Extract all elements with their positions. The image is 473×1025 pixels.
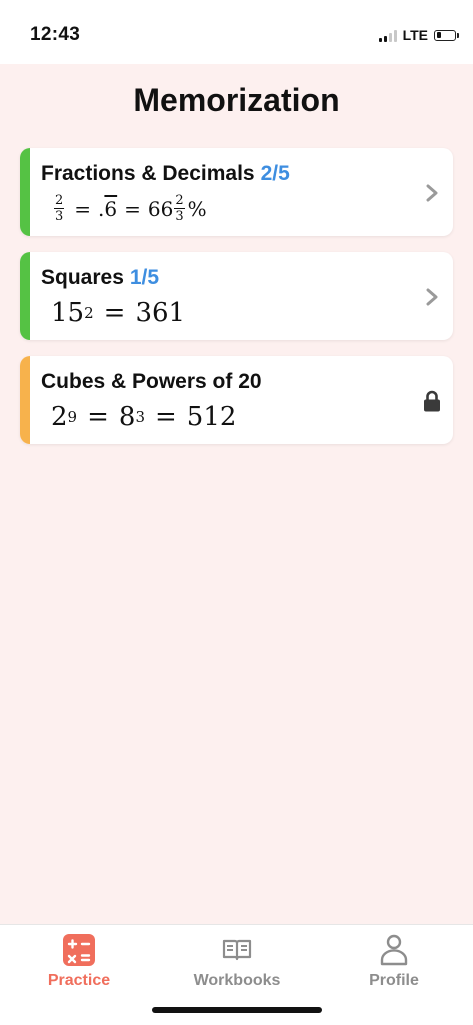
cellular-signal-icon <box>378 29 397 42</box>
formula-result: 512 <box>186 402 237 432</box>
book-icon <box>220 933 254 967</box>
chevron-right-icon <box>426 184 438 202</box>
fraction-denominator: 3 <box>55 209 64 224</box>
card-title-label: Squares <box>41 266 124 289</box>
card-title-label: Fractions & Decimals <box>41 162 255 185</box>
lock-icon <box>424 390 440 412</box>
equals-sign: = <box>124 196 141 221</box>
card-progress: 1/5 <box>129 266 160 289</box>
tab-label: Practice <box>47 972 111 989</box>
formula-base: 15 <box>51 298 85 328</box>
status-time: 12:43 <box>30 24 81 45</box>
equals-sign: = <box>74 196 92 221</box>
formula-base: 8 <box>118 402 136 432</box>
memorization-card-squares[interactable]: Squares 1/5 15 2 = 361 <box>20 252 453 340</box>
memorization-card-cubes-powers[interactable]: Cubes & Powers of 20 29 = 83 = 512 <box>20 356 453 444</box>
fraction-numerator: 2 <box>174 193 185 209</box>
battery-icon <box>434 29 459 41</box>
tab-workbooks[interactable]: Workbooks <box>158 933 316 990</box>
card-title: Cubes & Powers of 20 <box>41 370 262 394</box>
calculator-icon <box>62 933 96 967</box>
repeating-digit: 6 <box>104 196 118 221</box>
equals-sign: = <box>103 298 126 328</box>
tab-profile[interactable]: Profile <box>315 933 473 990</box>
status-indicators: LTE <box>378 26 459 44</box>
tab-label: Workbooks <box>193 972 281 989</box>
card-formula: 2 3 = .6 = 66 2 3 % <box>51 194 207 223</box>
page-title: Memorization <box>133 82 340 118</box>
chevron-right-icon <box>426 288 438 306</box>
memorization-card-fractions-decimals[interactable]: Fractions & Decimals 2/5 2 3 = .6 = 66 2 … <box>20 148 453 236</box>
home-indicator <box>152 1007 322 1013</box>
whole-number: 66 <box>147 196 174 221</box>
tab-label: Profile <box>369 972 419 989</box>
person-icon <box>377 933 411 967</box>
card-title: Squares 1/5 <box>41 266 159 290</box>
card-formula: 29 = 83 = 512 <box>51 402 237 432</box>
card-accent-bar <box>20 252 30 340</box>
status-bar: 12:43 LTE <box>0 0 473 64</box>
fraction-numerator: 2 <box>54 193 65 209</box>
fraction-denominator: 3 <box>175 209 184 224</box>
equals-sign: = <box>154 402 177 432</box>
percent-sign: % <box>187 196 207 221</box>
card-formula: 15 2 = 361 <box>51 298 186 328</box>
equals-sign: = <box>87 402 109 432</box>
formula-result: 361 <box>135 298 186 328</box>
tab-practice[interactable]: Practice <box>0 933 158 990</box>
card-accent-bar <box>20 356 30 444</box>
card-title-label: Cubes & Powers of 20 <box>41 370 262 393</box>
card-progress: 2/5 <box>260 162 290 185</box>
fraction: 2 3 <box>174 193 185 224</box>
formula-base: 2 <box>51 402 68 432</box>
fraction: 2 3 <box>54 193 65 224</box>
card-accent-bar <box>20 148 30 236</box>
network-type: LTE <box>402 27 428 43</box>
card-title: Fractions & Decimals 2/5 <box>41 162 290 186</box>
